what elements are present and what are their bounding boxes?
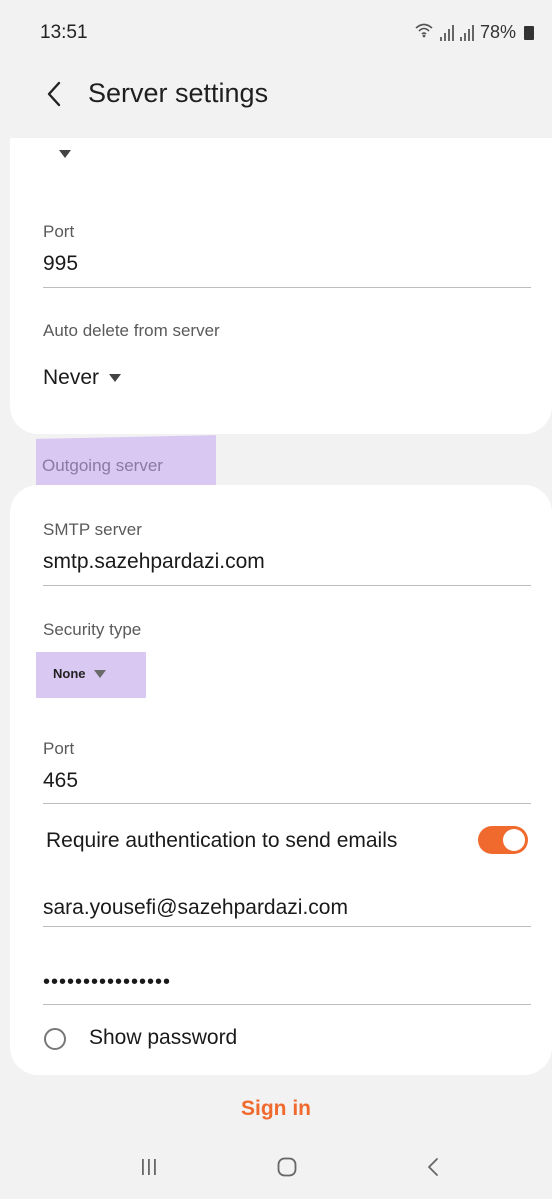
status-icons: 78% (414, 22, 534, 43)
port-underline (43, 803, 531, 804)
outgoing-port-input[interactable]: 465 (43, 769, 78, 793)
outgoing-server-card: SMTP server smtp.sazehpardazi.com Securi… (10, 485, 552, 1075)
auto-delete-dropdown[interactable]: Never (43, 366, 122, 390)
dropdown-arrow-icon (59, 150, 71, 158)
app-bar: Server settings (0, 64, 552, 136)
outgoing-server-header: Outgoing server (42, 456, 163, 475)
incoming-server-card: Port 995 Auto delete from server Never (10, 138, 552, 434)
home-button[interactable] (272, 1154, 302, 1184)
page-title: Server settings (88, 78, 269, 108)
dropdown-arrow-icon (109, 374, 122, 382)
require-auth-toggle[interactable] (478, 826, 528, 854)
smtp-underline (43, 585, 531, 586)
port-label: Port (43, 739, 75, 758)
auto-delete-value: Never (43, 366, 100, 389)
password-underline (43, 1004, 531, 1005)
outgoing-security-type-dropdown[interactable]: None (53, 666, 106, 681)
password-input[interactable]: •••••••••••••••• (43, 971, 171, 994)
battery-icon (524, 25, 534, 40)
signal-icon (459, 24, 474, 41)
back-button[interactable] (36, 78, 72, 114)
battery-percent: 78% (479, 22, 516, 42)
show-password-checkbox[interactable] (44, 1028, 66, 1050)
username-underline (43, 926, 531, 927)
security-type-value: None (53, 666, 86, 681)
navigation-bar (0, 1140, 552, 1199)
show-password-label[interactable]: Show password (89, 1026, 237, 1050)
toggle-knob (503, 829, 525, 851)
sign-in-button[interactable]: Sign in (0, 1097, 552, 1121)
wifi-icon (414, 22, 434, 43)
back-icon (426, 1156, 440, 1183)
username-input[interactable]: sara.yousefi@sazehpardazi.com (43, 896, 348, 920)
incoming-security-type-dropdown[interactable] (51, 150, 71, 158)
smtp-server-label: SMTP server (43, 520, 142, 539)
smtp-server-input[interactable]: smtp.sazehpardazi.com (43, 550, 265, 574)
security-type-label: Security type (43, 620, 142, 639)
port-underline (43, 287, 531, 288)
dropdown-arrow-icon (93, 669, 106, 678)
require-auth-label: Require authentication to send emails (46, 829, 398, 852)
back-nav-button[interactable] (418, 1154, 448, 1184)
incoming-port-input[interactable]: 995 (43, 252, 78, 276)
recent-apps-button[interactable] (134, 1154, 164, 1184)
signal-icon (439, 24, 454, 41)
home-icon (276, 1156, 298, 1183)
chevron-left-icon (46, 81, 62, 112)
port-label: Port (43, 222, 75, 241)
recent-apps-icon (139, 1157, 159, 1182)
status-time: 13:51 (40, 22, 88, 43)
status-bar: 13:51 78% (0, 0, 552, 64)
auto-delete-label: Auto delete from server (43, 321, 220, 340)
